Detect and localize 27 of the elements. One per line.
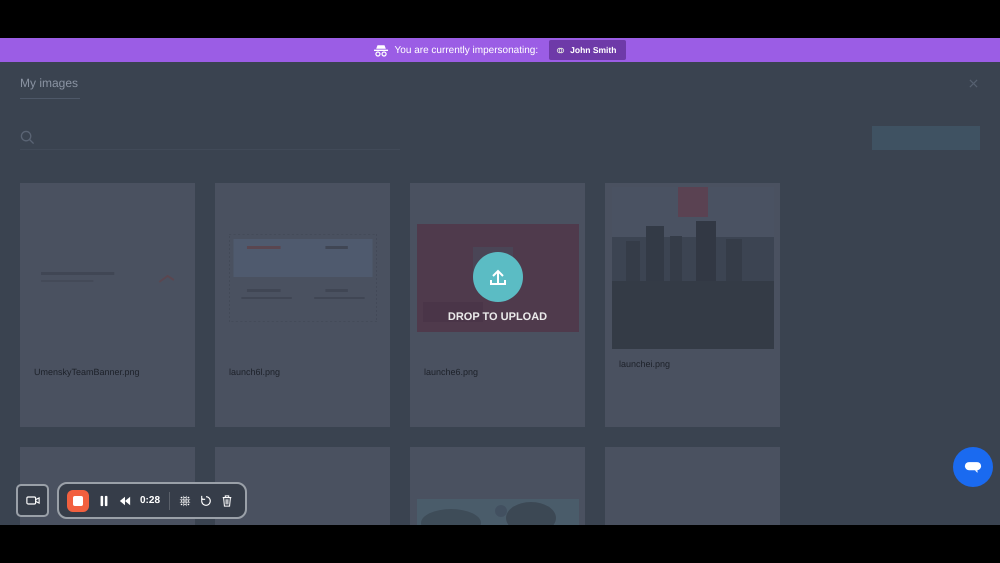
- image-card[interactable]: launchei.png: [605, 183, 780, 427]
- grid-icon[interactable]: [179, 494, 192, 506]
- pause-icon[interactable]: [98, 494, 110, 506]
- rewind-icon[interactable]: [119, 494, 131, 506]
- file-name: UmenskyTeamBanner.png: [33, 366, 141, 377]
- file-name: launch6l.png: [228, 366, 282, 377]
- search-icon: [20, 130, 35, 145]
- upload-icon: [472, 251, 524, 303]
- user-chip[interactable]: John Smith: [549, 40, 626, 60]
- chat-icon: [964, 460, 982, 474]
- trash-icon[interactable]: [221, 494, 234, 506]
- camera-button[interactable]: [16, 484, 49, 517]
- chat-button[interactable]: [953, 447, 993, 487]
- camera-icon: [26, 495, 40, 506]
- modal-tab[interactable]: My images: [20, 62, 80, 99]
- recording-time: 0:28: [140, 495, 160, 506]
- file-name: launche6.png: [423, 366, 480, 377]
- image-card[interactable]: launch6l.png: [215, 183, 390, 427]
- file-name: launchei.png: [618, 358, 672, 369]
- image-card[interactable]: UmenskyTeamBanner.png: [20, 183, 195, 427]
- image-card[interactable]: DROP TO UPLOAD launche6.png: [410, 183, 585, 427]
- drop-label: DROP TO UPLOAD: [448, 311, 548, 323]
- spy-icon: [374, 44, 388, 56]
- restart-icon[interactable]: [200, 494, 212, 506]
- stop-button[interactable]: [67, 490, 89, 512]
- link-icon: [556, 46, 566, 54]
- banner-text: You are currently impersonating:: [394, 44, 538, 56]
